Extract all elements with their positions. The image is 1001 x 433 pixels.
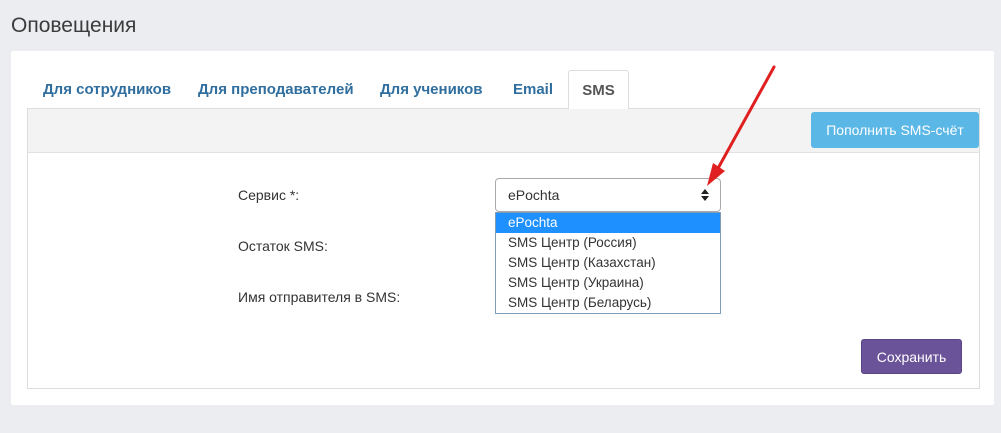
service-label: Сервис *: <box>238 187 300 203</box>
updown-arrows-icon <box>701 189 709 201</box>
service-option[interactable]: SMS Центр (Казахстан) <box>496 253 720 273</box>
page-title: Оповещения <box>11 14 137 37</box>
service-option[interactable]: SMS Центр (Беларусь) <box>496 293 720 313</box>
service-option[interactable]: SMS Центр (Россия) <box>496 233 720 253</box>
topup-sms-button[interactable]: Пополнить SMS-счёт <box>811 112 979 148</box>
tab-sms[interactable]: SMS <box>568 70 629 110</box>
tab-email[interactable]: Email <box>497 70 569 109</box>
tab-teachers[interactable]: Для преподавателей <box>182 70 370 109</box>
save-button[interactable]: Сохранить <box>861 339 962 374</box>
balance-label: Остаток SMS: <box>238 238 328 254</box>
service-option[interactable]: ePochta <box>496 213 720 233</box>
service-dropdown-list: ePochta SMS Центр (Россия) SMS Центр (Ка… <box>495 212 721 314</box>
service-option[interactable]: SMS Центр (Украина) <box>496 273 720 293</box>
service-select[interactable]: ePochta <box>495 178 721 212</box>
notifications-card: Для сотрудников Для преподавателей Для у… <box>11 51 994 405</box>
sender-name-label: Имя отправителя в SMS: <box>238 289 401 305</box>
tab-bar: Для сотрудников Для преподавателей Для у… <box>27 70 980 110</box>
sms-panel: Пополнить SMS-счёт Сервис *: Остаток SMS… <box>27 109 980 389</box>
toolbar: Пополнить SMS-счёт <box>28 109 979 153</box>
service-select-value: ePochta <box>508 187 560 203</box>
tab-students[interactable]: Для учеников <box>364 70 499 109</box>
tab-employees[interactable]: Для сотрудников <box>27 70 187 109</box>
